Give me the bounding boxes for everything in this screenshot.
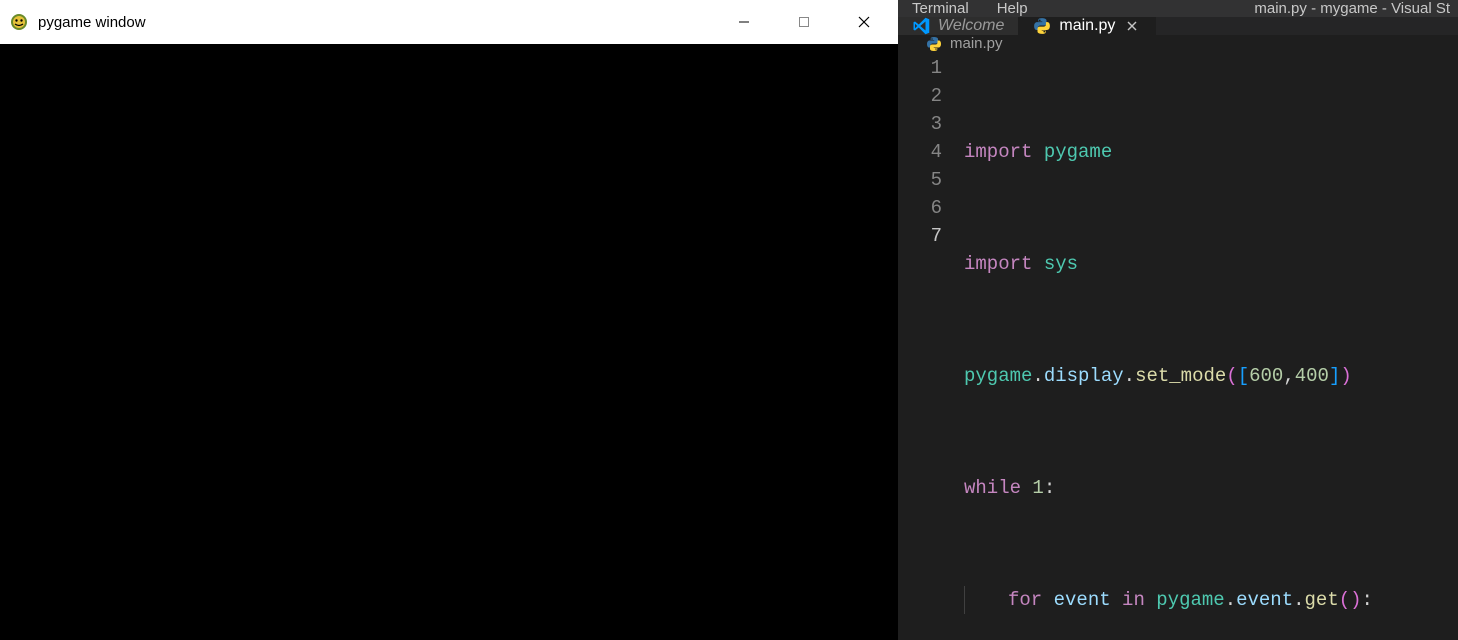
pygame-window: pygame window bbox=[0, 0, 898, 640]
identifier: pygame bbox=[1044, 141, 1112, 163]
editor-tabs: Welcome main.py bbox=[898, 17, 1458, 35]
python-file-icon bbox=[1033, 17, 1051, 35]
code-line[interactable]: for event in pygame.event.get(): bbox=[964, 586, 1458, 614]
tabs-empty-area[interactable] bbox=[1156, 17, 1458, 35]
keyword: import bbox=[964, 253, 1032, 275]
close-button[interactable] bbox=[834, 0, 894, 44]
keyword: import bbox=[964, 141, 1032, 163]
menu-terminal[interactable]: Terminal bbox=[898, 0, 983, 17]
vscode-titlebar[interactable]: Terminal Help main.py - mygame - Visual … bbox=[898, 0, 1458, 17]
line-number[interactable]: 3 bbox=[898, 110, 942, 138]
breadcrumb[interactable]: main.py bbox=[898, 35, 1458, 52]
minimize-button[interactable] bbox=[714, 0, 774, 44]
line-number[interactable]: 6 bbox=[898, 194, 942, 222]
vscode-window-title: main.py - mygame - Visual St bbox=[1254, 0, 1450, 17]
vscode-window: Terminal Help main.py - mygame - Visual … bbox=[898, 0, 1458, 640]
space bbox=[1021, 477, 1032, 499]
punct: ( bbox=[1339, 589, 1350, 611]
punct: : bbox=[1362, 589, 1373, 611]
python-file-icon bbox=[926, 36, 942, 52]
identifier: pygame bbox=[964, 365, 1032, 387]
punct: [ bbox=[1238, 365, 1249, 387]
punct: ] bbox=[1329, 365, 1340, 387]
code-line[interactable]: import sys bbox=[964, 250, 1458, 278]
vscode-menu: Terminal Help bbox=[898, 0, 1042, 17]
number: 600 bbox=[1249, 365, 1283, 387]
punct: ( bbox=[1226, 365, 1237, 387]
identifier: event bbox=[1054, 589, 1111, 611]
vscode-logo-icon bbox=[912, 17, 930, 35]
code-editor[interactable]: 1 2 3 4 5 6 7 import pygame import sys p… bbox=[898, 52, 1458, 640]
line-gutter: 1 2 3 4 5 6 7 bbox=[898, 52, 964, 640]
menu-help[interactable]: Help bbox=[983, 0, 1042, 17]
keyword: while bbox=[964, 477, 1021, 499]
keyword: for bbox=[1008, 589, 1042, 611]
line-number[interactable]: 1 bbox=[898, 54, 942, 82]
identifier: display bbox=[1044, 365, 1124, 387]
number: 400 bbox=[1295, 365, 1329, 387]
identifier: sys bbox=[1044, 253, 1078, 275]
breadcrumb-file[interactable]: main.py bbox=[950, 35, 1003, 52]
identifier: event bbox=[1236, 589, 1293, 611]
close-tab-icon[interactable] bbox=[1123, 17, 1141, 35]
code-line[interactable]: import pygame bbox=[964, 138, 1458, 166]
tab-main-py[interactable]: main.py bbox=[1019, 17, 1156, 35]
punct: ) bbox=[1350, 589, 1361, 611]
code-area[interactable]: import pygame import sys pygame.display.… bbox=[964, 52, 1458, 640]
punct: . bbox=[1293, 589, 1304, 611]
pygame-icon bbox=[8, 11, 30, 33]
identifier: get bbox=[1305, 589, 1339, 611]
pygame-titlebar[interactable]: pygame window bbox=[0, 0, 898, 44]
line-number[interactable]: 4 bbox=[898, 138, 942, 166]
pygame-canvas[interactable] bbox=[0, 44, 898, 640]
identifier: set_mode bbox=[1135, 365, 1226, 387]
code-line[interactable]: pygame.display.set_mode([600,400]) bbox=[964, 362, 1458, 390]
pygame-title: pygame window bbox=[38, 14, 146, 31]
line-number[interactable]: 5 bbox=[898, 166, 942, 194]
tab-label: main.py bbox=[1059, 17, 1115, 35]
punct: . bbox=[1225, 589, 1236, 611]
tab-welcome[interactable]: Welcome bbox=[898, 17, 1019, 35]
maximize-button[interactable] bbox=[774, 0, 834, 44]
keyword: in bbox=[1122, 589, 1145, 611]
code-line[interactable]: while 1: bbox=[964, 474, 1458, 502]
number: 1 bbox=[1032, 477, 1043, 499]
punct: : bbox=[1044, 477, 1055, 499]
punct: . bbox=[1124, 365, 1135, 387]
punct: ) bbox=[1340, 365, 1351, 387]
line-number[interactable]: 7 bbox=[898, 222, 942, 250]
line-number[interactable]: 2 bbox=[898, 82, 942, 110]
tab-label: Welcome bbox=[938, 17, 1004, 35]
identifier: pygame bbox=[1156, 589, 1224, 611]
punct: . bbox=[1032, 365, 1043, 387]
punct: , bbox=[1283, 365, 1294, 387]
